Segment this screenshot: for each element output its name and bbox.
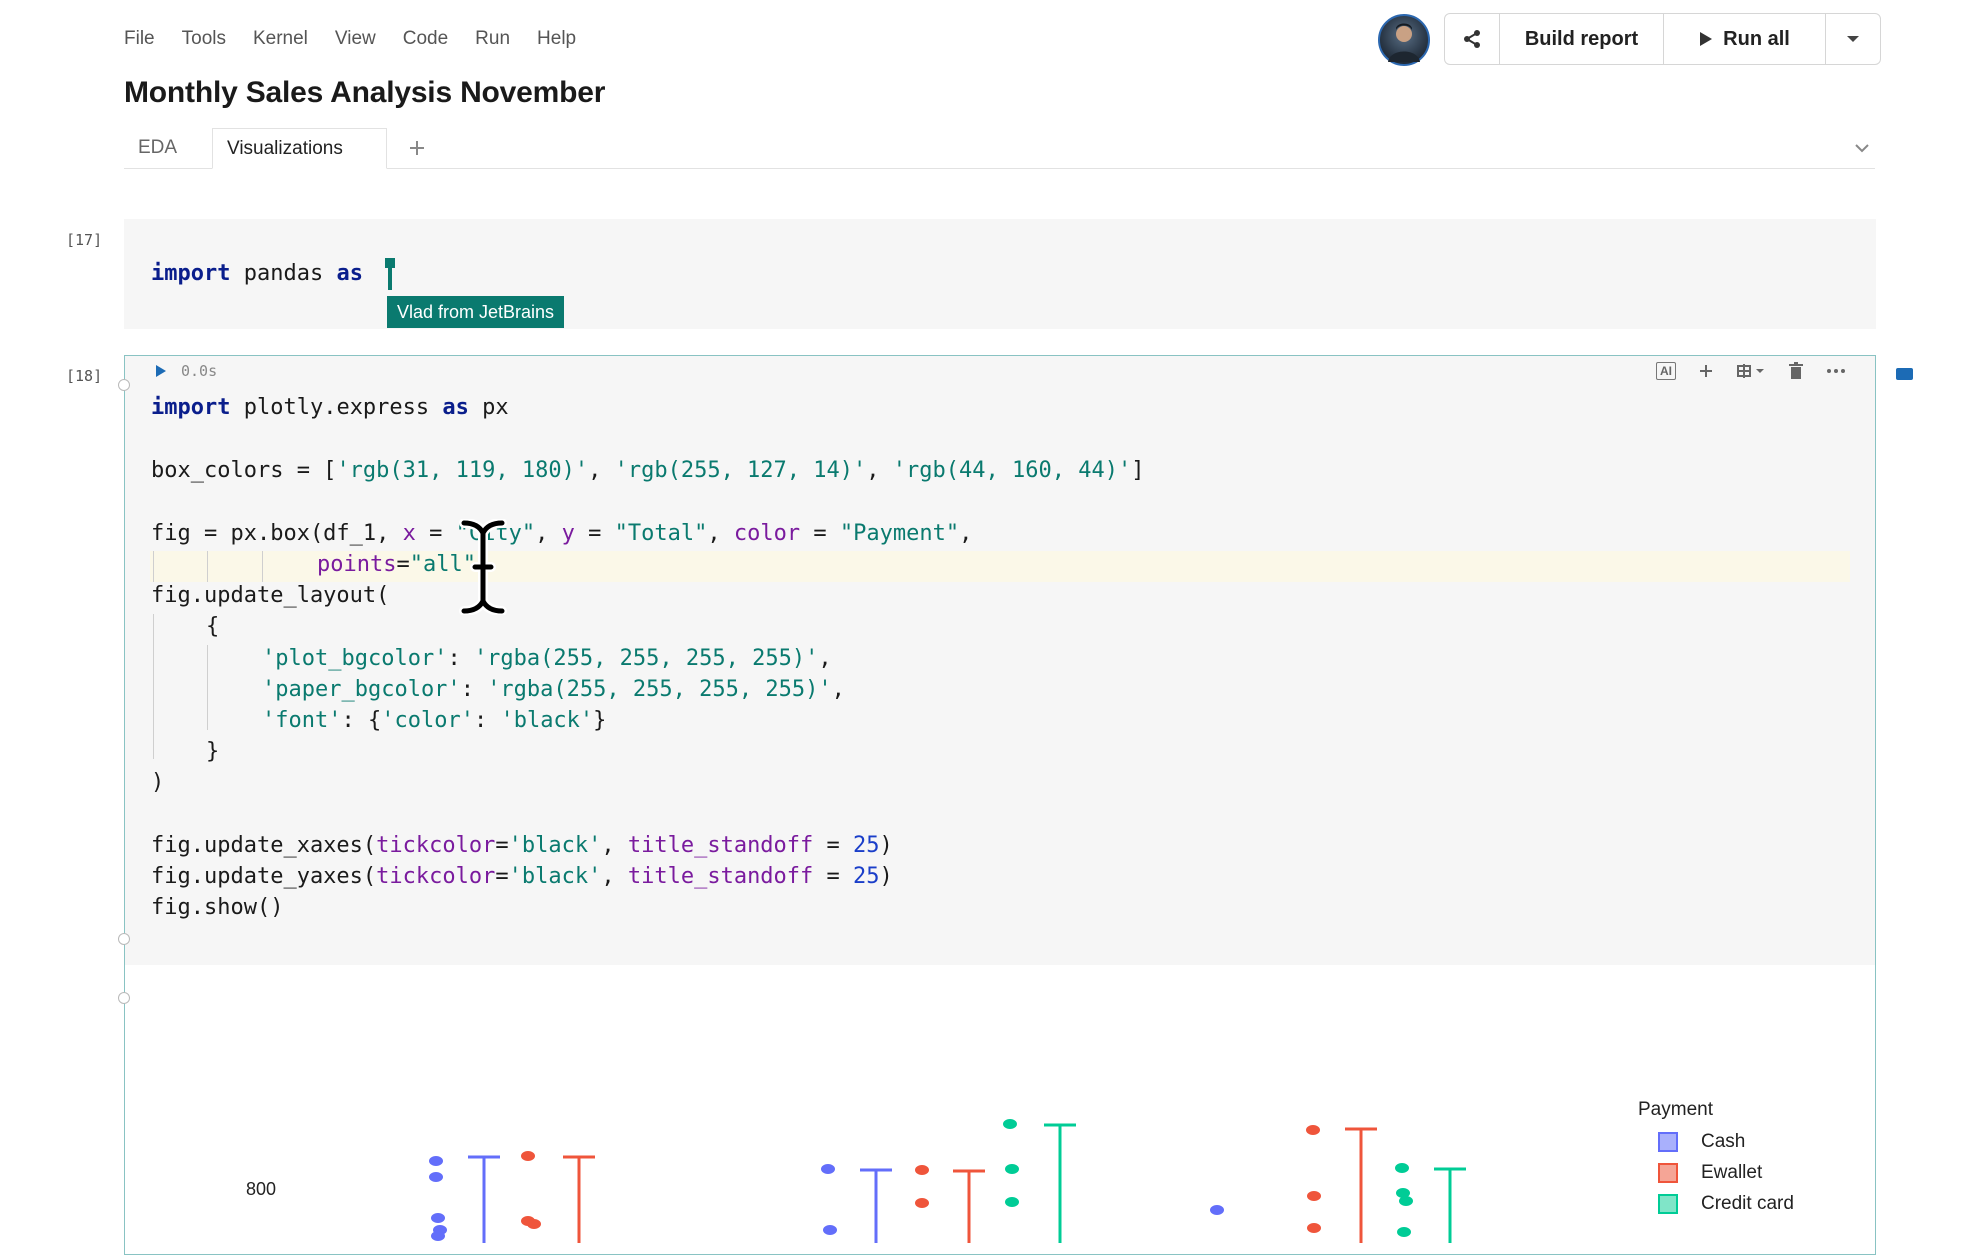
move-cell-icon[interactable] [1736, 363, 1766, 379]
indent-guide [207, 645, 208, 730]
text-cursor-icon [459, 519, 507, 615]
legend-item-ewallet[interactable]: Ewallet [1658, 1162, 1762, 1184]
data-point[interactable] [1307, 1223, 1321, 1233]
box-plot [429, 1119, 1466, 1243]
code-line[interactable]: 'plot_bgcolor': 'rgba(255, 255, 255, 255… [262, 646, 832, 671]
fold-marker[interactable] [118, 933, 130, 945]
indent-guide [153, 614, 154, 759]
notebook-tabs: EDA Visualizations [124, 128, 1875, 169]
code-line[interactable]: fig = px.box(df_1, x = "City", y = "Tota… [151, 521, 972, 546]
y-tick-label: 800 [246, 1179, 277, 1199]
legend-title: Payment [1638, 1099, 1713, 1120]
data-point[interactable] [1397, 1227, 1411, 1237]
code-line[interactable]: box_colors = ['rgb(31, 119, 180)', 'rgb(… [151, 458, 1144, 483]
data-point[interactable] [429, 1172, 443, 1182]
legend-item-cash[interactable]: Cash [1658, 1131, 1745, 1153]
code-line[interactable]: fig.update_layout( [151, 583, 389, 608]
menu-run[interactable]: Run [475, 28, 510, 50]
tab-visualizations[interactable]: Visualizations [212, 128, 387, 169]
menu-kernel[interactable]: Kernel [253, 28, 308, 50]
fold-marker[interactable] [118, 379, 130, 391]
more-options-icon[interactable] [1826, 368, 1846, 374]
data-point[interactable] [915, 1165, 929, 1175]
legend-swatch [1658, 1163, 1678, 1183]
code-line[interactable]: fig.update_yaxes(tickcolor='black', titl… [151, 864, 893, 889]
data-point[interactable] [823, 1225, 837, 1235]
legend-label: Ewallet [1701, 1162, 1763, 1183]
data-point[interactable] [1395, 1163, 1409, 1173]
share-icon [1464, 30, 1480, 48]
chevron-down-icon [1855, 144, 1869, 153]
add-cell-icon[interactable] [1698, 363, 1714, 379]
code-line[interactable]: import plotly.express as px [151, 395, 509, 420]
data-point[interactable] [1210, 1205, 1224, 1215]
indent-guide [153, 551, 154, 582]
cell-duration: 0.0s [181, 362, 218, 380]
menu-code[interactable]: Code [403, 28, 448, 50]
menu-tools[interactable]: Tools [182, 28, 226, 50]
code-line[interactable]: import pandas as [151, 261, 363, 286]
menu-help[interactable]: Help [537, 28, 576, 50]
cell-18-exec-count: [18] [66, 367, 103, 385]
code-line[interactable]: 'paper_bgcolor': 'rgba(255, 255, 255, 25… [262, 677, 845, 702]
trash-icon[interactable] [1788, 362, 1804, 380]
chevron-down-icon [1847, 36, 1859, 42]
code-line[interactable]: fig.update_xaxes(tickcolor='black', titl… [151, 833, 893, 858]
data-point[interactable] [527, 1219, 541, 1229]
fold-marker[interactable] [118, 992, 130, 1004]
person-icon [1388, 23, 1420, 62]
code-line[interactable]: ) [151, 770, 164, 795]
tabs-menu-button[interactable] [1850, 128, 1874, 168]
user-avatar[interactable] [1378, 14, 1430, 66]
cell-run-status: 0.0s [155, 362, 217, 380]
notebook-title: Monthly Sales Analysis November [124, 76, 606, 109]
legend-label: Cash [1701, 1131, 1746, 1152]
code-line[interactable]: { [206, 614, 219, 639]
data-point[interactable] [1003, 1119, 1017, 1129]
plus-icon [410, 141, 424, 155]
build-report-button[interactable]: Build report [1500, 14, 1664, 64]
data-point[interactable] [915, 1198, 929, 1208]
legend-swatch [1658, 1132, 1678, 1152]
indent-guide [207, 551, 208, 582]
run-cell-icon[interactable] [155, 364, 167, 378]
legend-swatch [1658, 1194, 1678, 1214]
add-tab-button[interactable] [402, 128, 432, 168]
code-line[interactable]: fig.show() [151, 895, 283, 920]
data-point[interactable] [429, 1156, 443, 1166]
ai-assistant-icon[interactable]: AI [1656, 362, 1676, 380]
collaborator-caret [388, 261, 392, 290]
data-point[interactable] [431, 1213, 445, 1223]
legend-label: Credit card [1701, 1193, 1794, 1214]
data-point[interactable] [431, 1231, 445, 1241]
tab-eda[interactable]: EDA [124, 128, 208, 168]
data-point[interactable] [521, 1151, 535, 1161]
indent-guide [262, 551, 263, 582]
code-line[interactable]: 'font': {'color': 'black'} [262, 708, 606, 733]
cell-toolbar: AI [1656, 362, 1846, 380]
legend-item-credit-card[interactable]: Credit card [1658, 1193, 1794, 1215]
menu-file[interactable]: File [124, 28, 155, 50]
data-point[interactable] [1307, 1191, 1321, 1201]
cell-17-exec-count: [17] [66, 231, 103, 249]
collaborator-label: Vlad from JetBrains [387, 296, 564, 328]
play-icon [1700, 32, 1713, 46]
comment-icon[interactable] [1896, 368, 1913, 380]
run-all-button[interactable]: Run all [1664, 14, 1826, 64]
menu-view[interactable]: View [335, 28, 376, 50]
run-all-label: Run all [1723, 27, 1790, 50]
data-point[interactable] [1306, 1125, 1320, 1135]
data-point[interactable] [821, 1164, 835, 1174]
menu-bar: File Tools Kernel View Code Run Help [124, 28, 603, 50]
data-point[interactable] [1005, 1164, 1019, 1174]
code-line[interactable]: points="all" [317, 552, 476, 577]
data-point[interactable] [1005, 1197, 1019, 1207]
notebook-toolbar: Build report Run all [1444, 13, 1881, 65]
code-line[interactable]: } [206, 739, 219, 764]
share-button[interactable] [1445, 14, 1500, 64]
run-options-dropdown[interactable] [1826, 14, 1880, 64]
data-point[interactable] [1399, 1196, 1413, 1206]
